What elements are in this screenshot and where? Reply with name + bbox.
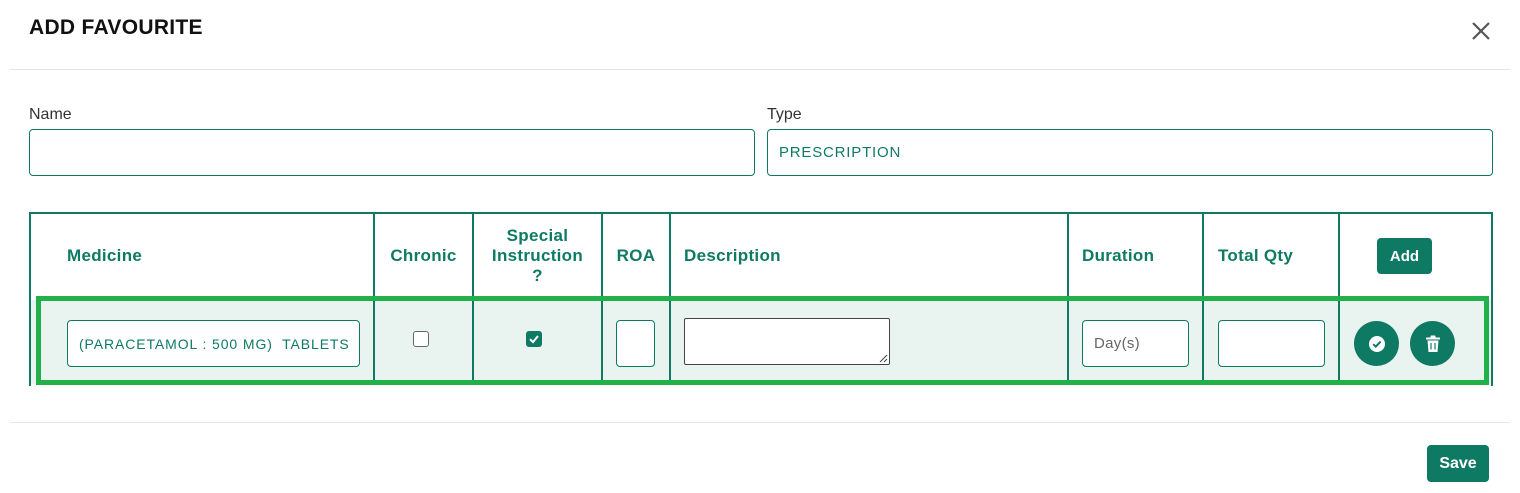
header-special-instruction: Special Instruction ? (474, 212, 601, 300)
header-roa: ROA (616, 246, 656, 265)
column-divider (1067, 212, 1069, 384)
check-circle-icon (1368, 335, 1385, 352)
trash-icon (1425, 335, 1440, 352)
column-divider (1202, 212, 1204, 384)
description-textarea[interactable] (684, 318, 890, 365)
close-button[interactable] (1468, 18, 1494, 44)
header-divider (10, 69, 1510, 70)
chronic-checkbox[interactable] (413, 331, 429, 347)
save-button[interactable]: Save (1427, 445, 1489, 482)
checkmark-icon (529, 335, 539, 344)
special-instruction-checkbox[interactable] (526, 331, 542, 347)
roa-input[interactable] (616, 320, 655, 367)
delete-row-button[interactable] (1410, 321, 1455, 366)
total-qty-input[interactable] (1218, 320, 1325, 367)
header-total-qty: Total Qty (1218, 246, 1294, 265)
duration-input[interactable] (1082, 320, 1189, 367)
footer-divider (10, 422, 1510, 423)
name-input[interactable] (29, 129, 755, 176)
name-label: Name (29, 106, 72, 123)
close-icon (1472, 22, 1490, 40)
column-divider (1338, 212, 1340, 384)
modal-title: ADD FAVOURITE (29, 16, 203, 39)
header-special-line3: ? (532, 266, 543, 285)
header-chronic: Chronic (390, 246, 457, 265)
header-special-line2: Instruction (491, 246, 584, 265)
header-special-line1: Special (506, 226, 569, 245)
type-input[interactable] (767, 129, 1493, 176)
header-duration: Duration (1082, 246, 1155, 265)
modal-header: ADD FAVOURITE (0, 0, 1520, 70)
add-button[interactable]: Add (1377, 238, 1432, 274)
column-divider (669, 212, 671, 384)
resize-handle-icon (879, 354, 888, 363)
header-medicine: Medicine (67, 246, 143, 265)
medicine-input[interactable] (67, 320, 360, 367)
header-description: Description (684, 246, 781, 265)
confirm-row-button[interactable] (1354, 321, 1399, 366)
type-label: Type (767, 106, 802, 123)
